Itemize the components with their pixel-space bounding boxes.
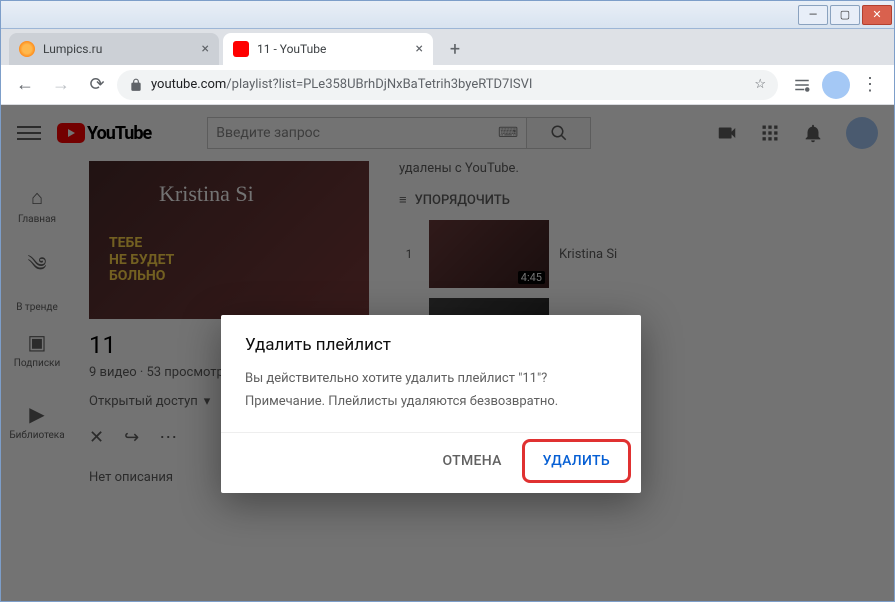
browser-menu-button[interactable]: ⋮ xyxy=(854,69,886,101)
profile-avatar[interactable] xyxy=(822,71,850,99)
reload-button[interactable]: ⟳ xyxy=(81,69,113,101)
dialog-message-line1: Вы действительно хотите удалить плейлист… xyxy=(245,367,617,390)
annotation-highlight: УДАЛИТЬ xyxy=(522,439,631,483)
delete-playlist-dialog: Удалить плейлист Вы действительно хотите… xyxy=(221,315,641,493)
bookmark-star-icon[interactable]: ☆ xyxy=(754,77,766,92)
dialog-title: Удалить плейлист xyxy=(221,315,641,363)
new-tab-button[interactable]: + xyxy=(441,35,469,63)
back-button[interactable]: ← xyxy=(9,69,41,101)
tab-title: 11 - YouTube xyxy=(257,42,326,56)
favicon-icon xyxy=(233,41,249,57)
window-maximize-button[interactable]: ▢ xyxy=(830,5,860,25)
browser-toolbar: ← → ⟳ youtube.com/playlist?list=PLe358UB… xyxy=(1,65,894,105)
dialog-message-line2: Примечание. Плейлисты удаляются безвозвр… xyxy=(245,390,617,413)
tab-close-icon[interactable]: × xyxy=(202,41,209,57)
forward-button[interactable]: → xyxy=(45,69,77,101)
tab-title: Lumpics.ru xyxy=(43,42,102,56)
lock-icon xyxy=(129,78,143,92)
delete-confirm-button[interactable]: УДАЛИТЬ xyxy=(527,444,626,478)
url-text: youtube.com/playlist?list=PLe358UBrhDjNx… xyxy=(151,77,746,92)
window-titlebar: — ▢ ✕ xyxy=(1,1,894,29)
tab-youtube[interactable]: 11 - YouTube × xyxy=(223,33,433,65)
browser-tabstrip: Lumpics.ru × 11 - YouTube × + xyxy=(1,29,894,65)
window-close-button[interactable]: ✕ xyxy=(862,5,892,25)
tab-close-icon[interactable]: × xyxy=(416,41,423,57)
tab-lumpics[interactable]: Lumpics.ru × xyxy=(9,33,219,65)
cancel-button[interactable]: ОТМЕНА xyxy=(427,439,518,483)
window-minimize-button[interactable]: — xyxy=(798,5,828,25)
address-bar[interactable]: youtube.com/playlist?list=PLe358UBrhDjNx… xyxy=(117,70,778,100)
media-control-icon[interactable] xyxy=(786,69,818,101)
favicon-icon xyxy=(19,41,35,57)
